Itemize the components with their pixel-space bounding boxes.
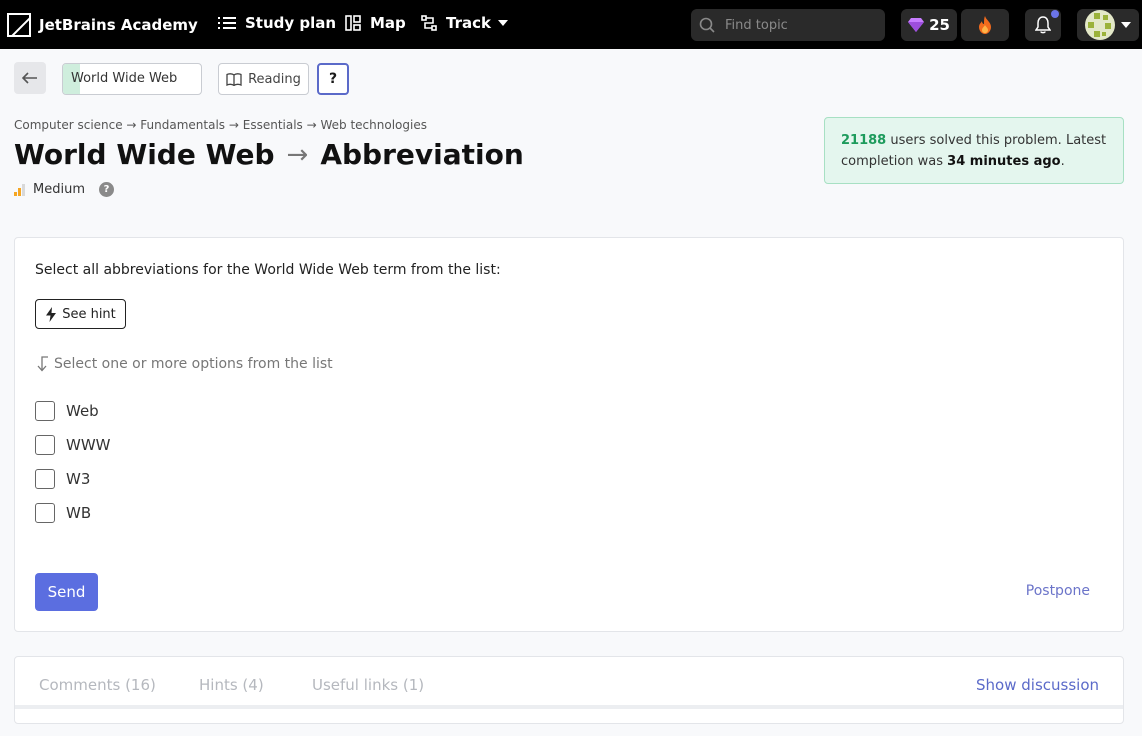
option-label: WB: [66, 504, 92, 522]
gems-count: 25: [929, 16, 950, 34]
option-checkbox[interactable]: [35, 469, 55, 489]
problem-card: Select all abbreviations for the World W…: [14, 237, 1124, 632]
nav-study-plan-label: Study plan: [245, 14, 337, 32]
title-arrow: →: [286, 139, 309, 170]
arrow-left-icon: [22, 72, 37, 84]
notification-dot: [1051, 10, 1059, 18]
search-icon: [699, 17, 715, 33]
see-hint-label: See hint: [62, 306, 116, 322]
question-mark-icon[interactable]: ?: [98, 182, 114, 197]
instruction-text: Select one or more options from the list: [54, 356, 333, 372]
logo-text: JetBrains Academy: [39, 16, 198, 34]
reading-label: Reading: [248, 71, 301, 87]
tab-hints[interactable]: Hints (4): [199, 676, 264, 694]
send-button[interactable]: Send: [35, 573, 98, 611]
jetbrains-logo-icon: [7, 13, 31, 37]
instruction: Select one or more options from the list: [35, 356, 333, 372]
book-icon: [226, 72, 242, 86]
streak-button[interactable]: [961, 9, 1009, 41]
title-step: Abbreviation: [320, 138, 524, 171]
arrow-down-corner-icon: [37, 356, 48, 372]
logo[interactable]: JetBrains Academy: [7, 13, 198, 37]
search-box[interactable]: [691, 9, 885, 41]
nav-map[interactable]: Map: [345, 14, 406, 32]
postpone-link[interactable]: Postpone: [1026, 583, 1090, 599]
lightning-icon: [46, 306, 57, 322]
option-label: Web: [66, 402, 99, 420]
nav-track-label: Track: [446, 14, 491, 32]
tab-useful-links[interactable]: Useful links (1): [312, 676, 424, 694]
see-hint-button[interactable]: See hint: [35, 299, 126, 329]
option-checkbox[interactable]: [35, 401, 55, 421]
chevron-down-icon: [1121, 22, 1131, 28]
map-icon: [345, 15, 361, 31]
nav-study-plan[interactable]: Study plan: [218, 14, 336, 32]
list-icon: [218, 17, 236, 29]
option-www[interactable]: WWW: [35, 435, 111, 455]
page-title: World Wide Web → Abbreviation: [14, 138, 524, 171]
show-discussion-link[interactable]: Show discussion: [976, 676, 1099, 694]
nav-track[interactable]: Track: [421, 14, 508, 32]
help-label: ?: [328, 71, 338, 87]
back-button[interactable]: [14, 62, 46, 94]
reading-button[interactable]: Reading: [218, 63, 309, 95]
solved-count: 21188: [841, 133, 887, 148]
nav-map-label: Map: [370, 14, 406, 32]
option-label: WWW: [66, 436, 111, 454]
discussion-panel: Comments (16) Hints (4) Useful links (1)…: [14, 656, 1124, 724]
difficulty-label: Medium: [33, 182, 85, 197]
search-input[interactable]: [725, 17, 875, 33]
chevron-down-icon: [497, 20, 508, 26]
notifications-button[interactable]: [1025, 9, 1061, 41]
solved-text-end: .: [1060, 154, 1065, 169]
option-w3[interactable]: W3: [35, 469, 90, 489]
topic-progress-button[interactable]: World Wide Web: [62, 63, 202, 95]
difficulty-bars-icon: [14, 183, 26, 196]
gems-counter[interactable]: 25: [901, 9, 957, 41]
solved-stats-banner: 21188 users solved this problem. Latest …: [824, 117, 1124, 184]
title-topic: World Wide Web: [14, 138, 275, 171]
difficulty-indicator: Medium ?: [14, 182, 114, 197]
gem-icon: [908, 18, 925, 32]
track-icon: [421, 15, 437, 31]
avatar: [1085, 10, 1115, 40]
fire-icon: [979, 16, 991, 34]
profile-menu[interactable]: [1077, 9, 1139, 41]
option-checkbox[interactable]: [35, 435, 55, 455]
option-label: W3: [66, 470, 91, 488]
topic-label: World Wide Web: [71, 71, 178, 86]
latest-completion: 34 minutes ago: [947, 154, 1061, 169]
option-web[interactable]: Web: [35, 401, 99, 421]
bell-icon: [1035, 16, 1051, 34]
divider: [15, 705, 1123, 709]
tab-comments[interactable]: Comments (16): [39, 676, 156, 694]
question-text: Select all abbreviations for the World W…: [35, 262, 501, 278]
breadcrumb[interactable]: Computer science → Fundamentals → Essent…: [14, 118, 427, 132]
help-button[interactable]: ?: [317, 63, 349, 95]
option-checkbox[interactable]: [35, 503, 55, 523]
option-wb[interactable]: WB: [35, 503, 91, 523]
top-navbar: JetBrains Academy Study plan Map Track 2…: [0, 0, 1142, 49]
